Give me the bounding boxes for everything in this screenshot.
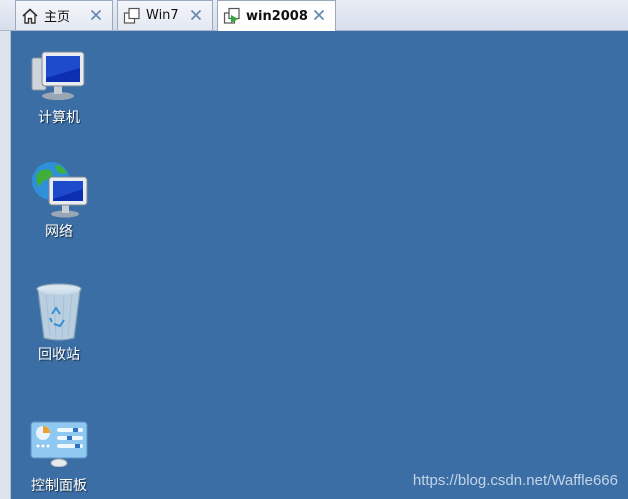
vmware-window: 主页 Win7 win2008 计算机 网络 回收站 控制面板 https://… xyxy=(0,0,628,499)
control-panel-icon xyxy=(29,413,89,473)
close-icon[interactable] xyxy=(311,7,327,23)
desktop-icon-label: 控制面板 xyxy=(31,478,87,494)
watermark-text: https://blog.csdn.net/Waffle666 xyxy=(412,472,618,489)
tab-bar: 主页 Win7 win2008 xyxy=(0,0,628,31)
desktop-icon-recycle-bin[interactable]: 回收站 xyxy=(17,282,101,364)
tab-win2008-label: win2008 xyxy=(246,8,308,24)
desktop-icon-label: 回收站 xyxy=(38,347,80,363)
guest-desktop[interactable]: 计算机 网络 回收站 控制面板 https://blog.csdn.net/Wa… xyxy=(11,31,628,499)
vm-icon xyxy=(123,7,141,25)
tab-home-label: 主页 xyxy=(44,10,71,25)
desktop-icon-label: 计算机 xyxy=(38,110,80,126)
desktop-icon-label: 网络 xyxy=(45,224,73,240)
tab-win7[interactable]: Win7 xyxy=(117,0,213,30)
close-icon[interactable] xyxy=(88,7,104,23)
home-icon xyxy=(21,7,39,25)
recycle-bin-icon xyxy=(29,282,89,342)
tab-win2008[interactable]: win2008 xyxy=(217,0,336,31)
desktop-icon-control-panel[interactable]: 控制面板 xyxy=(17,413,101,495)
left-panel-edge xyxy=(0,0,11,499)
computer-icon xyxy=(29,45,89,105)
network-icon xyxy=(29,159,89,219)
desktop-icon-computer[interactable]: 计算机 xyxy=(17,45,101,127)
close-icon[interactable] xyxy=(188,7,204,23)
vm-running-icon xyxy=(223,7,241,25)
tab-home[interactable]: 主页 xyxy=(15,0,113,30)
tab-win7-label: Win7 xyxy=(146,8,179,23)
desktop-icon-network[interactable]: 网络 xyxy=(17,159,101,241)
